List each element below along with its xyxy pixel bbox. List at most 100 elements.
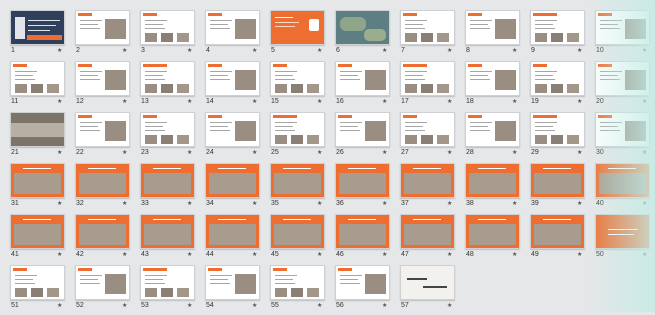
slide-preview[interactable] xyxy=(530,163,585,198)
star-icon[interactable]: ★ xyxy=(317,302,322,310)
slide-thumbnail[interactable]: 55 ★ xyxy=(270,265,333,315)
star-icon[interactable]: ★ xyxy=(57,302,62,310)
star-icon[interactable]: ★ xyxy=(187,47,192,55)
slide-thumbnail[interactable]: 37 ★ xyxy=(400,163,463,213)
star-icon[interactable]: ★ xyxy=(187,98,192,106)
slide-thumbnail[interactable]: 50 ★ xyxy=(595,214,655,264)
star-icon[interactable]: ★ xyxy=(187,251,192,259)
star-icon[interactable]: ★ xyxy=(382,47,387,55)
star-icon[interactable]: ★ xyxy=(447,98,452,106)
slide-preview[interactable] xyxy=(205,265,260,300)
slide-thumbnail[interactable]: 34 ★ xyxy=(205,163,268,213)
slide-thumbnail[interactable]: 54 ★ xyxy=(205,265,268,315)
star-icon[interactable]: ★ xyxy=(57,251,62,259)
slide-thumbnail[interactable]: 8 ★ xyxy=(465,10,528,60)
slide-preview[interactable] xyxy=(75,112,130,147)
star-icon[interactable]: ★ xyxy=(382,149,387,157)
slide-thumbnail[interactable]: 17 ★ xyxy=(400,61,463,111)
slide-thumbnail[interactable]: 48 ★ xyxy=(465,214,528,264)
slide-preview[interactable] xyxy=(10,163,65,198)
slide-preview[interactable] xyxy=(595,10,650,45)
star-icon[interactable]: ★ xyxy=(447,302,452,310)
slide-preview[interactable] xyxy=(205,61,260,96)
slide-preview[interactable] xyxy=(335,112,390,147)
slide-thumbnail[interactable]: 10 ★ xyxy=(595,10,655,60)
slide-preview[interactable] xyxy=(75,214,130,249)
slide-thumbnail[interactable]: 40 ★ xyxy=(595,163,655,213)
slide-preview[interactable] xyxy=(140,265,195,300)
slide-thumbnail[interactable]: 2 ★ xyxy=(75,10,138,60)
star-icon[interactable]: ★ xyxy=(187,149,192,157)
star-icon[interactable]: ★ xyxy=(317,98,322,106)
star-icon[interactable]: ★ xyxy=(642,251,647,259)
star-icon[interactable]: ★ xyxy=(447,47,452,55)
star-icon[interactable]: ★ xyxy=(122,200,127,208)
star-icon[interactable]: ★ xyxy=(122,98,127,106)
star-icon[interactable]: ★ xyxy=(57,200,62,208)
slide-preview[interactable] xyxy=(140,112,195,147)
star-icon[interactable]: ★ xyxy=(382,200,387,208)
slide-thumbnail[interactable]: 28 ★ xyxy=(465,112,528,162)
slide-thumbnail[interactable]: 16 ★ xyxy=(335,61,398,111)
slide-preview[interactable] xyxy=(595,163,650,198)
slide-preview[interactable] xyxy=(335,214,390,249)
slide-preview[interactable] xyxy=(205,10,260,45)
star-icon[interactable]: ★ xyxy=(252,149,257,157)
star-icon[interactable]: ★ xyxy=(512,149,517,157)
slide-preview[interactable] xyxy=(465,163,520,198)
slide-thumbnail[interactable]: 35 ★ xyxy=(270,163,333,213)
star-icon[interactable]: ★ xyxy=(252,47,257,55)
star-icon[interactable]: ★ xyxy=(447,251,452,259)
slide-preview[interactable] xyxy=(400,265,455,300)
slide-thumbnail[interactable]: 15 ★ xyxy=(270,61,333,111)
slide-preview[interactable] xyxy=(10,61,65,96)
star-icon[interactable]: ★ xyxy=(317,251,322,259)
star-icon[interactable]: ★ xyxy=(252,302,257,310)
star-icon[interactable]: ★ xyxy=(317,149,322,157)
slide-preview[interactable] xyxy=(75,10,130,45)
slide-thumbnail[interactable]: 26 ★ xyxy=(335,112,398,162)
star-icon[interactable]: ★ xyxy=(382,251,387,259)
slide-thumbnail[interactable]: 13 ★ xyxy=(140,61,203,111)
star-icon[interactable]: ★ xyxy=(252,251,257,259)
star-icon[interactable]: ★ xyxy=(512,47,517,55)
slide-preview[interactable] xyxy=(75,163,130,198)
slide-thumbnail[interactable]: 36 ★ xyxy=(335,163,398,213)
star-icon[interactable]: ★ xyxy=(57,149,62,157)
slide-thumbnail[interactable]: 52 ★ xyxy=(75,265,138,315)
slide-preview[interactable] xyxy=(400,163,455,198)
slide-thumbnail[interactable]: 23 ★ xyxy=(140,112,203,162)
slide-preview[interactable] xyxy=(270,61,325,96)
slide-preview[interactable] xyxy=(75,61,130,96)
slide-thumbnail[interactable]: 29 ★ xyxy=(530,112,593,162)
slide-preview[interactable] xyxy=(400,10,455,45)
slide-preview[interactable] xyxy=(205,214,260,249)
slide-preview[interactable] xyxy=(10,214,65,249)
slide-thumbnail[interactable]: 51 ★ xyxy=(10,265,73,315)
star-icon[interactable]: ★ xyxy=(382,302,387,310)
slide-preview[interactable] xyxy=(400,112,455,147)
slide-thumbnail[interactable]: 45 ★ xyxy=(270,214,333,264)
slide-preview[interactable] xyxy=(465,112,520,147)
slide-thumbnail[interactable]: 46 ★ xyxy=(335,214,398,264)
star-icon[interactable]: ★ xyxy=(447,200,452,208)
slide-thumbnail[interactable]: 30 ★ xyxy=(595,112,655,162)
slide-thumbnail[interactable]: 31 ★ xyxy=(10,163,73,213)
slide-preview[interactable] xyxy=(595,214,650,249)
slide-preview[interactable] xyxy=(465,61,520,96)
star-icon[interactable]: ★ xyxy=(642,98,647,106)
star-icon[interactable]: ★ xyxy=(122,251,127,259)
slide-preview[interactable] xyxy=(400,61,455,96)
slide-preview[interactable] xyxy=(140,10,195,45)
slide-thumbnail[interactable]: 4 ★ xyxy=(205,10,268,60)
star-icon[interactable]: ★ xyxy=(577,251,582,259)
slide-preview[interactable] xyxy=(205,163,260,198)
slide-preview[interactable] xyxy=(205,112,260,147)
slide-preview[interactable] xyxy=(335,10,390,45)
slide-preview[interactable] xyxy=(465,10,520,45)
slide-thumbnail[interactable]: 38 ★ xyxy=(465,163,528,213)
slide-preview[interactable] xyxy=(595,112,650,147)
slide-thumbnail[interactable]: 9 ★ xyxy=(530,10,593,60)
slide-thumbnail[interactable]: 41 ★ xyxy=(10,214,73,264)
slide-thumbnail[interactable]: 24 ★ xyxy=(205,112,268,162)
